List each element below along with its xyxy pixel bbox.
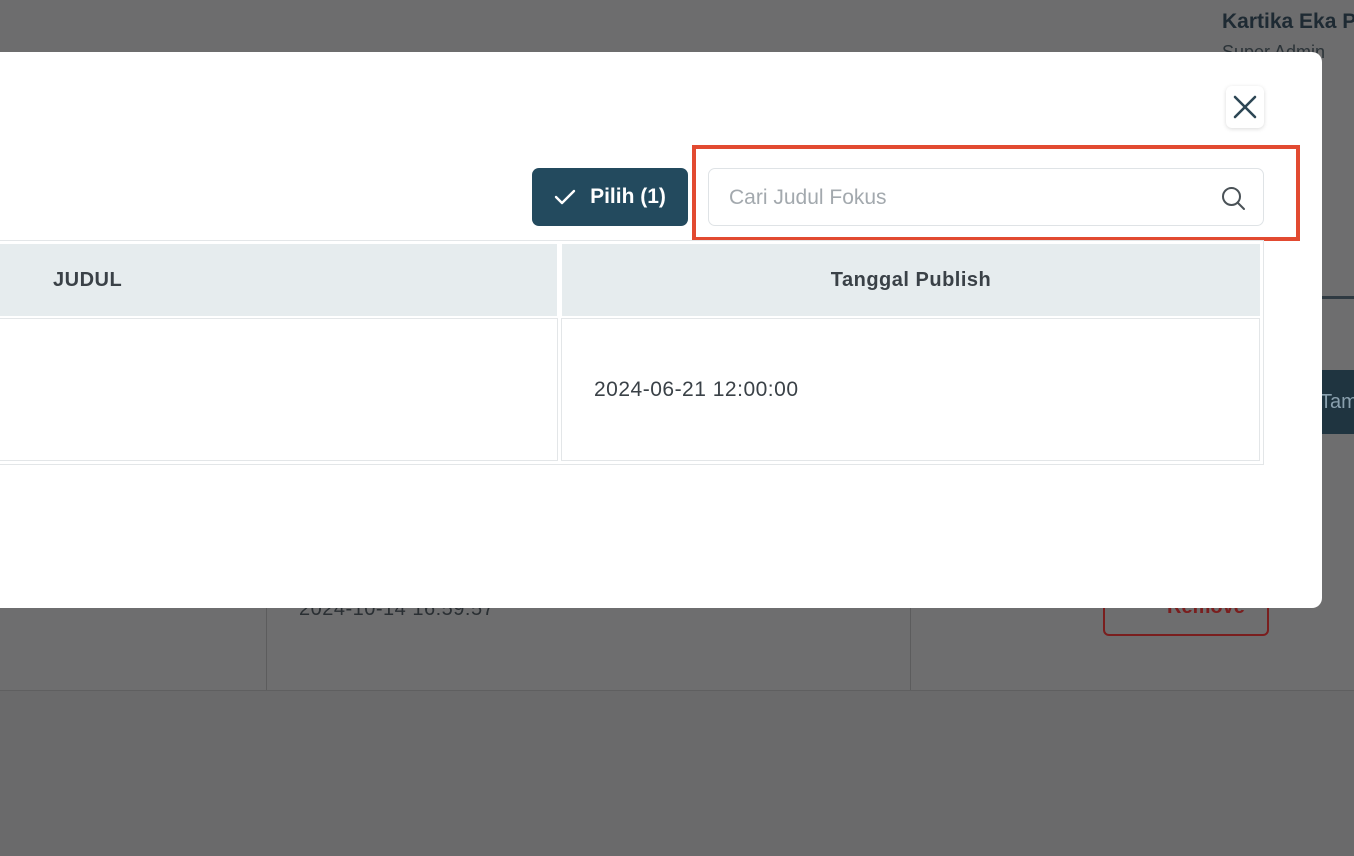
user-name: Kartika Eka P: [1222, 10, 1354, 33]
close-icon: [1233, 95, 1257, 119]
close-button[interactable]: [1226, 86, 1264, 128]
check-icon: [554, 189, 576, 205]
page-footer-area: [0, 691, 1354, 856]
select-button[interactable]: Pilih (1): [532, 168, 688, 226]
column-header-tanggal-publish[interactable]: Tanggal Publish: [562, 244, 1260, 316]
search-field[interactable]: [708, 168, 1264, 227]
search-input[interactable]: [727, 169, 1211, 227]
select-button-label: Pilih (1): [590, 185, 666, 208]
table-cell-judul: [0, 318, 558, 461]
column-header-judul[interactable]: JUDUL: [0, 244, 557, 316]
table-cell-tanggal-publish: 2024-06-21 12:00:00: [561, 318, 1260, 461]
search-icon[interactable]: [1220, 185, 1246, 211]
